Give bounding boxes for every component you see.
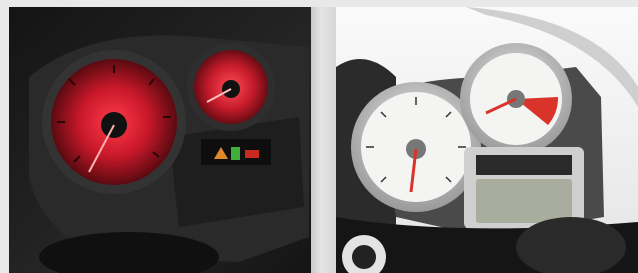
abs-lamp-icon: [245, 150, 259, 158]
night-tachometer: [42, 50, 186, 194]
day-cluster-photo: [336, 7, 638, 273]
night-cluster-illustration: [9, 7, 311, 273]
night-small-gauge: [187, 43, 275, 131]
night-indicator-panel: [201, 139, 271, 165]
night-cluster-photo: [9, 7, 311, 273]
day-cluster-illustration: [336, 7, 638, 273]
instrument-cluster-comparison: [0, 0, 638, 273]
day-lcd-display: [464, 147, 584, 229]
day-tachometer: [460, 43, 572, 155]
photo-separator: [311, 7, 336, 273]
green-lamp-icon: [231, 147, 240, 160]
